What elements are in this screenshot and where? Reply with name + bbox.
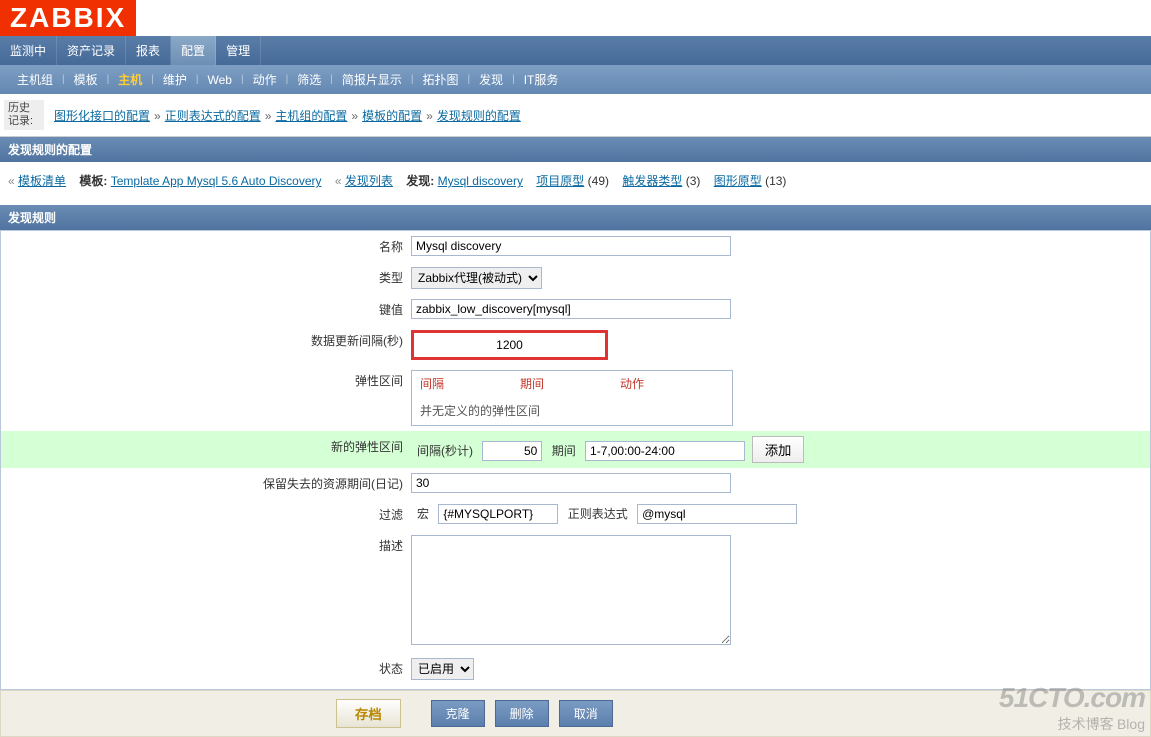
chevron-left-icon: « (8, 174, 15, 188)
history-links: 图形化接口的配置»正则表达式的配置»主机组的配置»模板的配置»发现规则的配置 (44, 107, 521, 124)
count-trigger-prototypes: (3) (686, 174, 701, 188)
label-interval: 数据更新间隔(秒) (1, 328, 411, 353)
page-title: 发现规则的配置 (0, 137, 1151, 162)
label-new-period: 期间 (546, 444, 582, 458)
interval-input[interactable] (411, 330, 608, 360)
keep-input[interactable] (411, 473, 731, 493)
label-new-interval: 间隔(秒计) (411, 444, 479, 458)
col-action: 动作 (612, 371, 712, 396)
sub-tab-6[interactable]: 筛选 (288, 65, 330, 94)
link-graph-prototypes[interactable]: 图形原型 (714, 174, 762, 188)
count-graph-prototypes: (13) (765, 174, 786, 188)
new-interval-input[interactable] (482, 441, 542, 461)
label-status: 状态 (1, 656, 411, 681)
save-button[interactable]: 存档 (336, 699, 401, 728)
add-flex-button[interactable]: 添加 (752, 436, 805, 463)
link-discovery-name[interactable]: Mysql discovery (438, 174, 523, 188)
main-tab-4[interactable]: 管理 (216, 36, 261, 65)
new-period-input[interactable] (585, 441, 745, 461)
link-item-prototypes[interactable]: 项目原型 (536, 174, 584, 188)
section-title: 发现规则 (0, 205, 1151, 230)
history-bar: 历史记录: 图形化接口的配置»正则表达式的配置»主机组的配置»模板的配置»发现规… (0, 94, 1151, 137)
status-select[interactable]: 已启用 (411, 658, 474, 680)
main-tab-3[interactable]: 配置 (171, 36, 216, 65)
label-description: 描述 (1, 533, 411, 558)
link-trigger-prototypes[interactable]: 触发器类型 (622, 174, 682, 188)
cancel-button[interactable]: 取消 (559, 700, 613, 727)
chevron-left-icon: « (335, 174, 342, 188)
chevron-right-icon: » (347, 109, 362, 123)
sub-tabs: 主机组|模板|主机|维护|Web|动作|筛选|简报片显示|拓扑图|发现|IT服务 (0, 65, 1151, 94)
watermark-small: 技术博客 (1058, 716, 1114, 732)
sub-tab-4[interactable]: Web (199, 67, 241, 93)
sub-tab-8[interactable]: 拓扑图 (413, 65, 467, 94)
watermark-tag: Blog (1117, 716, 1145, 732)
label-discovery: 发现: (406, 174, 434, 188)
label-macro: 宏 (411, 507, 435, 521)
name-input[interactable] (411, 236, 731, 256)
flex-intervals-table: 间隔 期间 动作 并无定义的的弹性区间 (411, 370, 733, 426)
history-label: 历史记录: (4, 100, 44, 130)
link-discovery-list[interactable]: 发现列表 (345, 174, 393, 188)
sub-tab-7[interactable]: 简报片显示 (333, 65, 411, 94)
label-flex: 弹性区间 (1, 368, 411, 393)
sub-tab-3[interactable]: 维护 (154, 65, 196, 94)
flex-empty-msg: 并无定义的的弹性区间 (412, 396, 732, 425)
watermark: 51CTO.com 技术博客 Blog (999, 682, 1145, 734)
history-link-4[interactable]: 发现规则的配置 (437, 109, 521, 123)
col-interval: 间隔 (412, 371, 512, 396)
clone-button[interactable]: 克隆 (431, 700, 485, 727)
history-link-3[interactable]: 模板的配置 (362, 109, 422, 123)
sub-tab-1[interactable]: 模板 (65, 65, 107, 94)
label-regex: 正则表达式 (562, 507, 634, 521)
main-tabs: 监测中资产记录报表配置管理 (0, 36, 1151, 65)
label-name: 名称 (1, 234, 411, 259)
button-bar: 存档 克隆 删除 取消 (0, 690, 1151, 737)
label-template: 模板: (79, 174, 107, 188)
watermark-big: 51CTO.com (999, 682, 1145, 714)
main-tab-0[interactable]: 监测中 (0, 36, 57, 65)
discovery-form: 名称 类型 Zabbix代理(被动式) 键值 数据更新间隔(秒) 弹性区间 间隔… (0, 230, 1151, 690)
description-textarea[interactable] (411, 535, 731, 645)
main-tab-1[interactable]: 资产记录 (57, 36, 126, 65)
chevron-right-icon: » (150, 109, 165, 123)
history-link-1[interactable]: 正则表达式的配置 (165, 109, 261, 123)
type-select[interactable]: Zabbix代理(被动式) (411, 267, 542, 289)
breadcrumb: « 模板清单 模板: Template App Mysql 5.6 Auto D… (0, 162, 1151, 199)
logo: ZABBIX (0, 0, 136, 36)
main-tab-2[interactable]: 报表 (126, 36, 171, 65)
history-link-0[interactable]: 图形化接口的配置 (54, 109, 150, 123)
sub-tab-5[interactable]: 动作 (244, 65, 286, 94)
delete-button[interactable]: 删除 (495, 700, 549, 727)
chevron-right-icon: » (261, 109, 276, 123)
regex-input[interactable] (637, 504, 797, 524)
sub-tab-0[interactable]: 主机组 (8, 65, 62, 94)
link-template-name[interactable]: Template App Mysql 5.6 Auto Discovery (111, 174, 322, 188)
col-period: 期间 (512, 371, 612, 396)
key-input[interactable] (411, 299, 731, 319)
history-link-2[interactable]: 主机组的配置 (275, 109, 347, 123)
sub-tab-9[interactable]: 发现 (470, 65, 512, 94)
label-type: 类型 (1, 265, 411, 290)
label-new-flex: 新的弹性区间 (1, 434, 411, 459)
chevron-right-icon: » (422, 109, 437, 123)
label-key: 键值 (1, 297, 411, 322)
macro-input[interactable] (438, 504, 558, 524)
link-template-list[interactable]: 模板清单 (18, 174, 66, 188)
sub-tab-2[interactable]: 主机 (109, 65, 151, 94)
sub-tab-10[interactable]: IT服务 (515, 65, 568, 94)
count-item-prototypes: (49) (588, 174, 609, 188)
label-filter: 过滤 (1, 502, 411, 527)
label-keep: 保留失去的资源期间(日记) (1, 471, 411, 496)
